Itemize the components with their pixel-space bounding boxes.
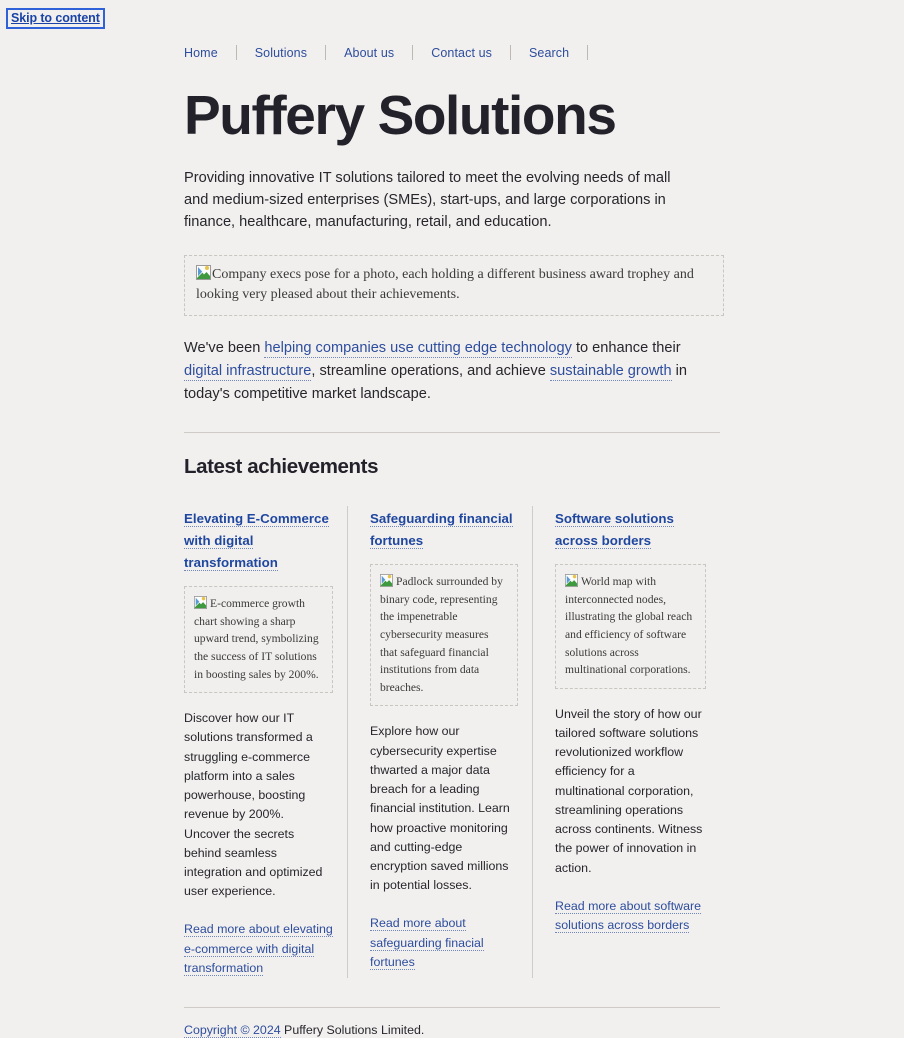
broken-image-icon (565, 574, 580, 589)
hero-broken-image: Company execs pose for a photo, each hol… (184, 254, 724, 317)
hero-text-2: to enhance their (571, 340, 681, 357)
hero-links-paragraph: We've been helping companies use cutting… (184, 337, 714, 405)
card-image-alt-text: E-commerce growth chart showing a sharp … (194, 597, 319, 681)
card-read-more: Read more about safeguarding finacial fo… (370, 914, 518, 972)
card-read-more: Read more about elevating e-commerce wit… (184, 920, 333, 978)
footer: Copyright © 2024 Puffery Solutions Limit… (184, 1023, 720, 1038)
link-digital-infrastructure[interactable]: digital infrastructure (184, 362, 312, 381)
card-title-heading: Elevating E-Commerce with digital transf… (184, 506, 333, 572)
card-read-more: Read more about software solutions acros… (555, 897, 706, 935)
achievement-card: Safeguarding financial fortunes Padlock … (347, 506, 532, 979)
nav-separator (412, 45, 414, 60)
achievement-card: Software solutions across borders World … (532, 506, 720, 979)
hero-text-1: We've been (184, 340, 265, 357)
card-body-text: Unveil the story of how our tailored sof… (555, 706, 703, 875)
card-title-heading: Safeguarding financial fortunes (370, 506, 518, 550)
card-broken-image: World map with interconnected nodes, ill… (555, 564, 706, 689)
hero-text-3: , streamline operations, and achieve (311, 362, 550, 379)
primary-navigation: Home Solutions About us Contact us Searc… (184, 45, 720, 60)
nav-separator (587, 45, 589, 60)
section-divider (184, 432, 720, 434)
achievement-card-grid: Elevating E-Commerce with digital transf… (184, 506, 720, 979)
card-broken-image: Padlock surrounded by binary code, repre… (370, 564, 518, 707)
page-container: Home Solutions About us Contact us Searc… (0, 0, 904, 1038)
achievement-card: Elevating E-Commerce with digital transf… (184, 506, 347, 978)
nav-item-solutions[interactable]: Solutions (255, 46, 307, 60)
nav-item-search[interactable]: Search (529, 46, 569, 60)
card-title-link-ecommerce[interactable]: Elevating E-Commerce with digital transf… (184, 511, 329, 572)
card-title-link-financial[interactable]: Safeguarding financial fortunes (370, 511, 513, 550)
link-sustainable-growth[interactable]: sustainable growth (549, 362, 672, 381)
card-broken-image: E-commerce growth chart showing a sharp … (184, 586, 333, 694)
read-more-link-financial[interactable]: Read more about safeguarding finacial fo… (370, 916, 484, 970)
card-title-link-software[interactable]: Software solutions across borders (555, 511, 674, 550)
nav-separator (235, 45, 237, 60)
card-title-heading: Software solutions across borders (555, 506, 706, 550)
page-title: Puffery Solutions (184, 84, 617, 146)
nav-item-home[interactable]: Home (184, 46, 218, 60)
card-body-text: Discover how our IT solutions transforme… (184, 711, 323, 899)
link-cutting-edge-technology[interactable]: helping companies use cutting edge techn… (264, 340, 572, 359)
hero-intro-text: Providing innovative IT solutions tailor… (184, 169, 671, 231)
broken-image-icon (194, 596, 209, 611)
read-more-link-software[interactable]: Read more about software solutions acros… (555, 898, 702, 933)
footer-company-text: Puffery Solutions Limited. (280, 1023, 425, 1038)
copyright-link[interactable]: Copyright © 2024 (184, 1023, 281, 1038)
broken-image-icon (380, 574, 395, 589)
section-title-latest-achievements: Latest achievements (184, 455, 379, 479)
footer-divider (184, 1007, 720, 1009)
broken-image-icon (196, 264, 211, 280)
nav-separator (325, 45, 327, 60)
card-body-text: Explore how our cybersecurity expertise … (370, 724, 510, 893)
nav-separator (510, 45, 511, 60)
card-image-alt-text: World map with interconnected nodes, ill… (565, 575, 693, 677)
read-more-link-ecommerce[interactable]: Read more about elevating e-commerce wit… (184, 922, 333, 976)
card-image-alt-text: Padlock surrounded by binary code, repre… (380, 575, 503, 694)
nav-item-contact-us[interactable]: Contact us (431, 46, 492, 60)
hero-image-alt-text: Company execs pose for a photo, each hol… (196, 266, 694, 303)
nav-item-about-us[interactable]: About us (344, 46, 394, 60)
